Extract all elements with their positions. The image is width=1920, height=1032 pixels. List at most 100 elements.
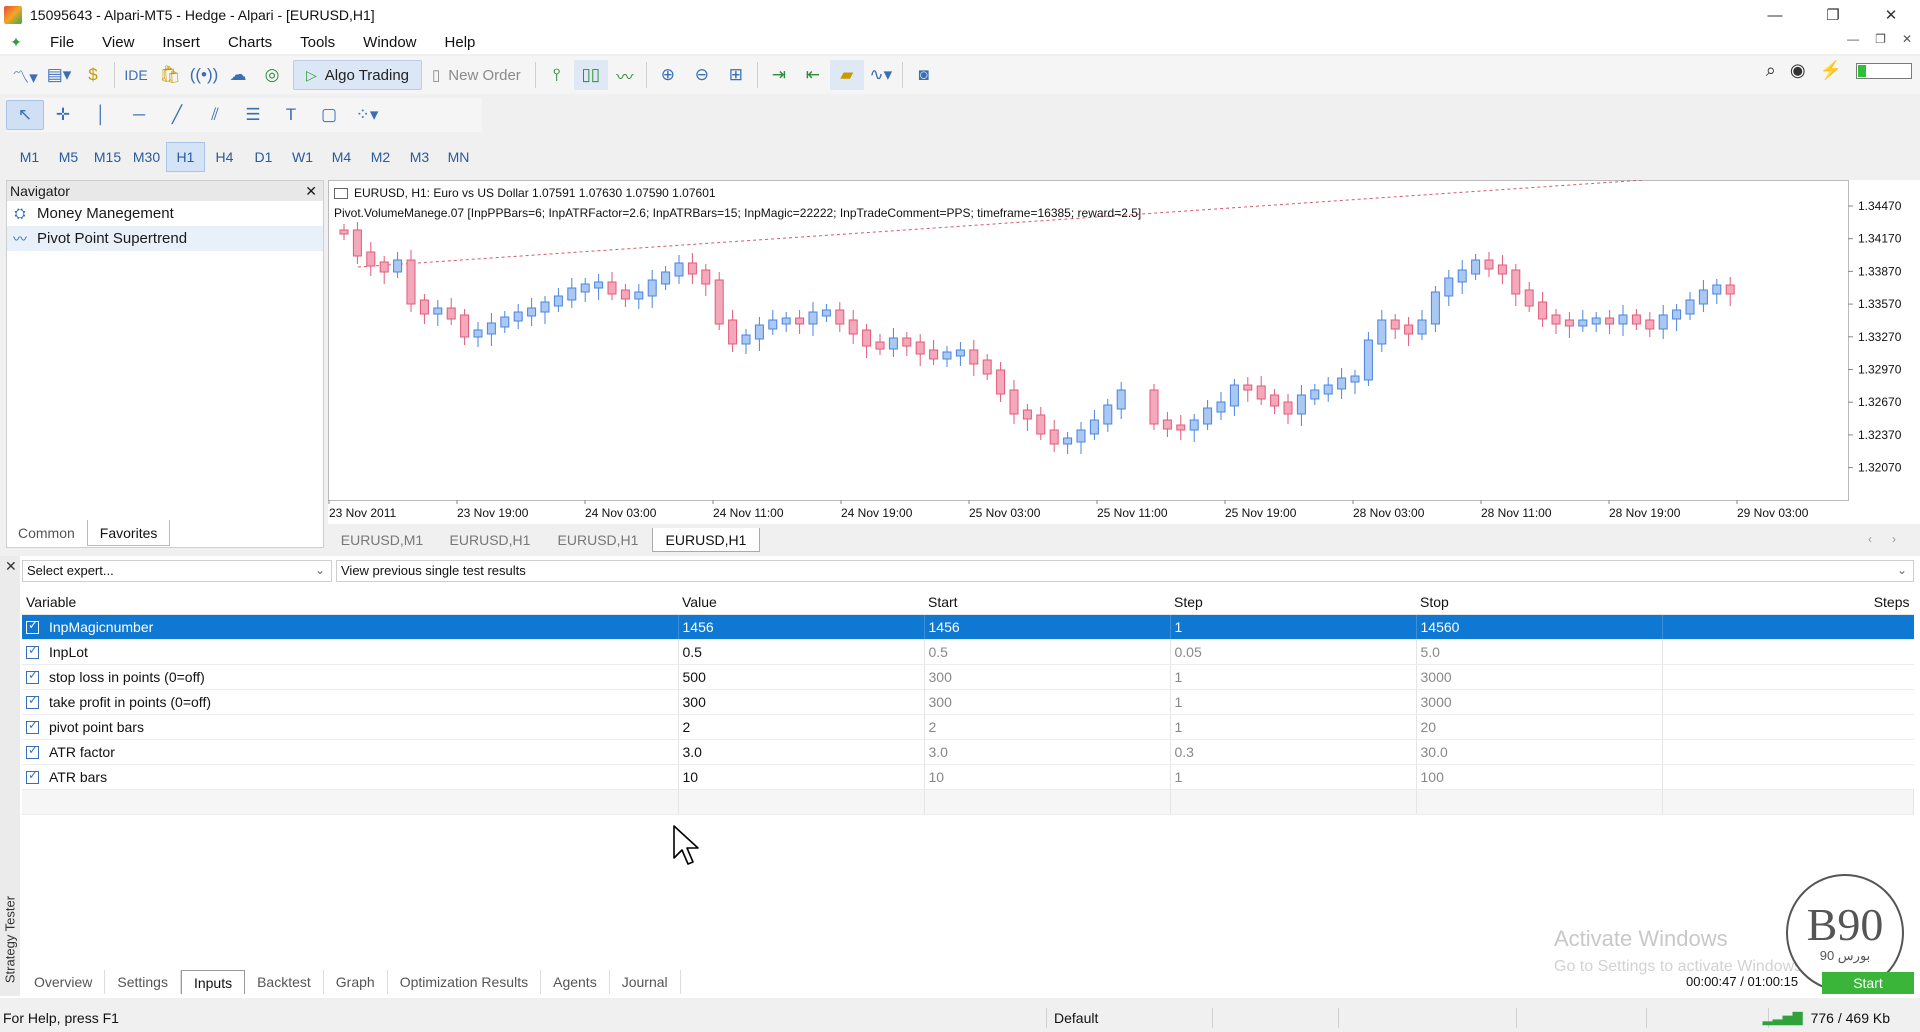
mdi-close-icon[interactable]: ✕ (1902, 32, 1912, 46)
table-row[interactable]: InpMagicnumber14561456114560 (22, 614, 1914, 640)
table-row[interactable]: ATR factor3.03.00.330.0 (22, 739, 1914, 765)
candlestick-chart[interactable]: 1.34470 1.34170 1.33870 1.33570 1.33270 1.329… (328, 180, 1920, 524)
param-start[interactable]: 10 (924, 764, 1171, 790)
param-value[interactable]: 2 (678, 714, 925, 740)
candlestick-icon[interactable]: ▯▯ (573, 60, 608, 90)
param-variable[interactable]: pivot point bars (22, 714, 679, 740)
crosshair-icon[interactable]: ✛ (44, 100, 82, 130)
chart-tab-active[interactable]: EURUSD,H1 (652, 528, 760, 552)
timeframe-mn[interactable]: MN (439, 142, 478, 172)
tab-scroll-right-icon[interactable]: › (1892, 532, 1896, 546)
column-value[interactable]: Value (678, 590, 924, 615)
tab-overview[interactable]: Overview (22, 970, 106, 994)
timeframe-m3[interactable]: M3 (400, 142, 439, 172)
menu-charts[interactable]: Charts (214, 34, 286, 51)
timeframe-h4[interactable]: H4 (205, 142, 244, 172)
table-row[interactable]: stop loss in points (0=off) 50030013000 (22, 664, 1914, 690)
vertical-line-icon[interactable]: │ (82, 100, 120, 130)
tab-graph[interactable]: Graph (324, 970, 388, 994)
param-value[interactable]: 1456 (678, 614, 925, 640)
new-order-button[interactable]: ▯ New Order (422, 60, 531, 90)
param-step[interactable]: 1 (1170, 714, 1417, 740)
price-chart[interactable]: 1.34470 1.34170 1.33870 1.33570 1.33270 1.329… (328, 180, 1920, 524)
menu-view[interactable]: View (88, 34, 148, 51)
table-row[interactable]: take profit in points (0=off)30030013000 (22, 689, 1914, 715)
timeframe-w1[interactable]: W1 (283, 142, 322, 172)
column-start[interactable]: Start (924, 590, 1170, 615)
chart-tab[interactable]: EURUSD,H1 (436, 528, 544, 552)
scroll-end-icon[interactable]: ⇥ (762, 60, 796, 90)
menu-tools[interactable]: Tools (286, 34, 349, 51)
param-value[interactable]: 0.5 (678, 639, 925, 665)
timeframe-h1[interactable]: H1 (166, 142, 205, 172)
mdi-restore-icon[interactable]: ❐ (1875, 32, 1886, 46)
tab-backtest[interactable]: Backtest (245, 970, 324, 994)
minimize-button[interactable]: — (1746, 0, 1804, 30)
algo-trading-button[interactable]: ▷ Algo Trading (293, 60, 423, 90)
close-button[interactable]: ✕ (1862, 0, 1920, 30)
dollar-icon[interactable]: $ (76, 60, 110, 90)
param-step[interactable]: 1 (1170, 664, 1417, 690)
navigator-item-money-manegement[interactable]: ⛭ Money Manegement (7, 201, 323, 226)
indicators-icon[interactable]: ∿▾ (864, 60, 898, 90)
param-value[interactable]: 300 (678, 689, 925, 715)
market-icon[interactable]: 🛍 (153, 60, 187, 90)
line-chart-icon[interactable]: 〰 (608, 60, 642, 90)
menu-window[interactable]: Window (349, 34, 430, 51)
param-stop[interactable]: 3000 (1416, 664, 1663, 690)
navigator-close-icon[interactable]: ✕ (305, 183, 317, 200)
chart-tab[interactable]: EURUSD,H1 (544, 528, 652, 552)
table-row[interactable]: ATR bars10101100 (22, 764, 1914, 790)
timeframe-m1[interactable]: M1 (10, 142, 49, 172)
param-stop[interactable]: 20 (1416, 714, 1663, 740)
shapes-icon[interactable]: ▢ (310, 100, 348, 130)
zoom-out-icon[interactable]: ⊖ (685, 60, 719, 90)
param-start[interactable]: 3.0 (924, 739, 1171, 765)
ai-icon[interactable]: ◎ (255, 60, 289, 90)
param-start[interactable]: 300 (924, 689, 1171, 715)
bar-chart-icon[interactable]: ⫯ (540, 60, 574, 90)
checkbox[interactable] (26, 643, 39, 659)
signals-icon[interactable]: ((•)) (187, 60, 221, 90)
param-variable[interactable]: InpMagicnumber (22, 614, 679, 640)
tab-agents[interactable]: Agents (541, 970, 610, 994)
tab-optimization-results[interactable]: Optimization Results (388, 970, 542, 994)
column-stop[interactable]: Stop (1416, 590, 1662, 615)
tab-favorites[interactable]: Favorites (86, 520, 171, 546)
menu-help[interactable]: Help (431, 34, 490, 51)
navigator-item-pivot-point-supertrend[interactable]: 〰 Pivot Point Supertrend (7, 226, 323, 251)
tab-common[interactable]: Common (6, 520, 87, 546)
timeframe-m15[interactable]: M15 (88, 142, 127, 172)
timeframe-m5[interactable]: M5 (49, 142, 88, 172)
column-step[interactable]: Step (1170, 590, 1416, 615)
param-variable[interactable]: ATR bars (22, 764, 679, 790)
results-select[interactable]: View previous single test results ⌄ (336, 560, 1914, 582)
param-start[interactable]: 2 (924, 714, 1171, 740)
checkbox[interactable] (26, 768, 39, 784)
param-start[interactable]: 300 (924, 664, 1171, 690)
timeframe-m4[interactable]: M4 (322, 142, 361, 172)
account-icon[interactable]: ◉ (1790, 60, 1806, 81)
tab-journal[interactable]: Journal (610, 970, 681, 994)
param-start[interactable]: 0.5 (924, 639, 1171, 665)
table-row[interactable]: pivot point bars22120 (22, 714, 1914, 740)
search-icon[interactable]: ⌕ (1766, 60, 1776, 81)
start-button[interactable]: Start (1822, 972, 1914, 994)
param-variable[interactable]: stop loss in points (0=off) (22, 664, 679, 690)
ide-button[interactable]: IDE (119, 60, 153, 90)
templates-icon[interactable]: ▰ (829, 60, 864, 90)
param-step[interactable]: 1 (1170, 689, 1417, 715)
param-value[interactable]: 500 (678, 664, 925, 690)
param-stop[interactable]: 14560 (1416, 614, 1663, 640)
tester-close-icon[interactable]: ✕ (5, 558, 17, 575)
param-variable[interactable]: ATR factor (22, 739, 679, 765)
horizontal-line-icon[interactable]: ─ (120, 100, 158, 130)
param-variable[interactable]: InpLot (22, 639, 679, 665)
tile-windows-icon[interactable]: ⊞ (719, 60, 753, 90)
param-step[interactable]: 1 (1170, 764, 1417, 790)
menu-insert[interactable]: Insert (148, 34, 214, 51)
timeframe-d1[interactable]: D1 (244, 142, 283, 172)
param-stop[interactable]: 100 (1416, 764, 1663, 790)
vps-cloud-icon[interactable]: ☁ (221, 60, 255, 90)
new-chart-icon[interactable]: 〽▾ (8, 60, 42, 90)
